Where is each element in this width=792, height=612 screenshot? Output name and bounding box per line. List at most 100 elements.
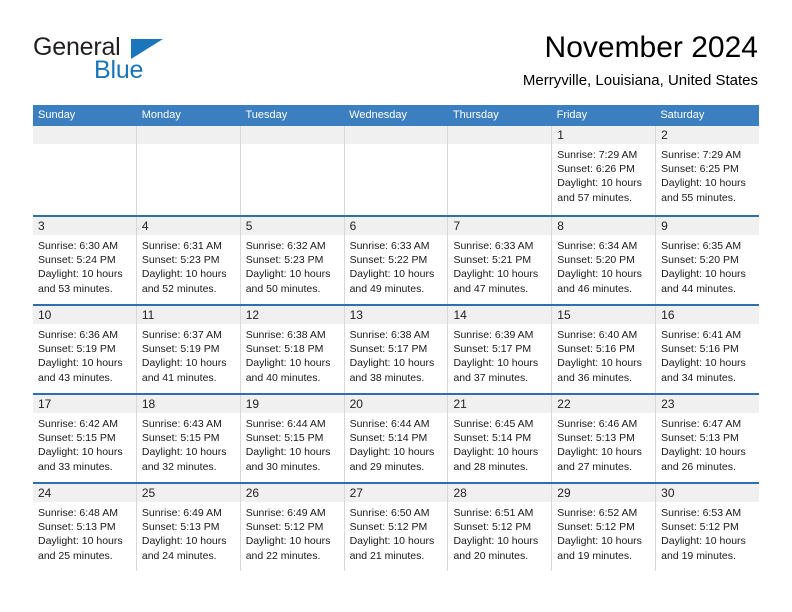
sunset-text: Sunset: 5:12 PM <box>245 521 324 534</box>
daylight-text-line1: Daylight: 10 hours <box>349 357 435 370</box>
sunrise-text: Sunrise: 6:30 AM <box>38 240 118 252</box>
day-cell[interactable]: 2 Sunrise: 7:29 AM Sunset: 6:25 PM Daylight… <box>656 126 760 215</box>
daylight-text-line1: Daylight: 10 hours <box>141 268 227 281</box>
sunrise-text: Sunrise: 6:49 AM <box>245 507 326 519</box>
sunset-text: Sunset: 5:18 PM <box>245 343 324 356</box>
daylight-text-line2: and 44 minutes. <box>661 282 736 295</box>
sunset-text: Sunset: 5:16 PM <box>661 343 739 356</box>
day-cell[interactable]: 11 Sunrise: 6:37 AM Sunset: 5:19 PM Dayligh… <box>136 306 241 393</box>
day-number: 7 <box>448 217 552 235</box>
daylight-text-line1: Daylight: 10 hours <box>349 535 435 548</box>
day-cell[interactable]: 28 Sunrise: 6:51 AM Sunset: 5:12 PM Dayligh… <box>448 484 553 571</box>
day-details: Sunrise: 6:49 AM Sunset: 5:13 PM Daylight:… <box>137 502 240 563</box>
day-number: 25 <box>136 484 240 502</box>
sunrise-text: Sunrise: 6:38 AM <box>245 329 326 341</box>
day-number <box>33 126 136 144</box>
day-details: Sunrise: 6:33 AM Sunset: 5:21 PM Daylight:… <box>448 235 551 296</box>
day-cell[interactable]: 23 Sunrise: 6:47 AM Sunset: 5:13 PM Dayligh… <box>656 395 760 482</box>
day-cell[interactable]: 3 Sunrise: 6:30 AM Sunset: 5:24 PM Daylight… <box>33 217 137 304</box>
day-cell[interactable]: 16 Sunrise: 6:41 AM Sunset: 5:16 PM Dayligh… <box>656 306 760 393</box>
sunrise-text: Sunrise: 6:53 AM <box>661 507 742 519</box>
day-cell[interactable]: 18 Sunrise: 6:43 AM Sunset: 5:15 PM Dayligh… <box>136 395 241 482</box>
day-number: 29 <box>552 484 656 502</box>
sunset-text: Sunset: 5:13 PM <box>661 432 739 445</box>
sunset-text: Sunset: 5:21 PM <box>453 254 532 267</box>
week-row: 17 Sunrise: 6:42 AM Sunset: 5:15 PM Dayligh… <box>33 393 760 482</box>
day-details: Sunrise: 6:32 AM Sunset: 5:23 PM Daylight:… <box>241 235 344 296</box>
sunset-text: Sunset: 5:15 PM <box>245 432 324 445</box>
day-details: Sunrise: 6:38 AM Sunset: 5:17 PM Daylight:… <box>345 324 448 385</box>
day-cell[interactable]: 6 Sunrise: 6:33 AM Sunset: 5:22 PM Daylight… <box>344 217 449 304</box>
sunrise-text: Sunrise: 6:40 AM <box>557 329 638 341</box>
daylight-text-line1: Daylight: 10 hours <box>453 535 539 548</box>
day-details: Sunrise: 7:29 AM Sunset: 6:25 PM Daylight:… <box>656 144 759 205</box>
daylight-text-line2: and 19 minutes. <box>661 549 736 562</box>
daylight-text-line2: and 47 minutes. <box>453 282 529 295</box>
day-cell[interactable]: 26 Sunrise: 6:49 AM Sunset: 5:12 PM Dayligh… <box>240 484 345 571</box>
sunset-text: Sunset: 5:20 PM <box>557 254 635 267</box>
day-number: 5 <box>240 217 344 235</box>
sunrise-text: Sunrise: 7:29 AM <box>661 149 742 161</box>
day-details: Sunrise: 6:30 AM Sunset: 5:24 PM Daylight:… <box>33 235 136 296</box>
daylight-text-line1: Daylight: 10 hours <box>349 446 435 459</box>
day-details: Sunrise: 6:43 AM Sunset: 5:15 PM Daylight:… <box>137 413 240 474</box>
day-cell[interactable]: 27 Sunrise: 6:50 AM Sunset: 5:12 PM Dayligh… <box>344 484 449 571</box>
daylight-text-line1: Daylight: 10 hours <box>38 357 123 370</box>
day-cell[interactable]: 7 Sunrise: 6:33 AM Sunset: 5:21 PM Daylight… <box>448 217 553 304</box>
day-details: Sunrise: 6:52 AM Sunset: 5:12 PM Daylight:… <box>552 502 655 563</box>
day-details: Sunrise: 6:46 AM Sunset: 5:13 PM Daylight:… <box>552 413 655 474</box>
day-number: 3 <box>33 217 136 235</box>
day-number: 15 <box>552 306 656 324</box>
daylight-text-line1: Daylight: 10 hours <box>245 357 331 370</box>
day-cell[interactable]: 20 Sunrise: 6:44 AM Sunset: 5:14 PM Dayligh… <box>344 395 449 482</box>
day-cell[interactable]: 1 Sunrise: 7:29 AM Sunset: 6:26 PM Daylight… <box>552 126 657 215</box>
daylight-text-line2: and 46 minutes. <box>557 282 633 295</box>
day-number: 12 <box>240 306 344 324</box>
daylight-text-line2: and 26 minutes. <box>661 460 736 473</box>
day-cell[interactable]: 15 Sunrise: 6:40 AM Sunset: 5:16 PM Dayligh… <box>552 306 657 393</box>
day-cell[interactable]: 19 Sunrise: 6:44 AM Sunset: 5:15 PM Dayligh… <box>240 395 345 482</box>
daylight-text-line1: Daylight: 10 hours <box>141 446 227 459</box>
day-cell[interactable]: 17 Sunrise: 6:42 AM Sunset: 5:15 PM Dayligh… <box>33 395 137 482</box>
day-details: Sunrise: 6:41 AM Sunset: 5:16 PM Daylight:… <box>656 324 759 385</box>
day-cell[interactable]: 24 Sunrise: 6:48 AM Sunset: 5:13 PM Dayligh… <box>33 484 137 571</box>
daylight-text-line2: and 50 minutes. <box>245 282 321 295</box>
sunset-text: Sunset: 5:12 PM <box>349 521 428 534</box>
sunrise-text: Sunrise: 6:44 AM <box>349 418 430 430</box>
day-cell[interactable]: 12 Sunrise: 6:38 AM Sunset: 5:18 PM Dayligh… <box>240 306 345 393</box>
day-cell[interactable]: 29 Sunrise: 6:52 AM Sunset: 5:12 PM Dayligh… <box>552 484 657 571</box>
day-details: Sunrise: 6:50 AM Sunset: 5:12 PM Daylight:… <box>345 502 448 563</box>
sunset-text: Sunset: 5:16 PM <box>557 343 635 356</box>
day-cell[interactable]: 5 Sunrise: 6:32 AM Sunset: 5:23 PM Daylight… <box>240 217 345 304</box>
weekday-header-row: Sunday Monday Tuesday Wednesday Thursday Frid… <box>33 105 759 126</box>
daylight-text-line2: and 34 minutes. <box>661 371 736 384</box>
day-cell[interactable]: 9 Sunrise: 6:35 AM Sunset: 5:20 PM Daylight… <box>656 217 760 304</box>
daylight-text-line1: Daylight: 10 hours <box>661 268 746 281</box>
day-cell[interactable]: 22 Sunrise: 6:46 AM Sunset: 5:13 PM Dayligh… <box>552 395 657 482</box>
day-details: Sunrise: 6:45 AM Sunset: 5:14 PM Daylight:… <box>448 413 551 474</box>
daylight-text-line1: Daylight: 10 hours <box>141 535 227 548</box>
sunset-text: Sunset: 5:12 PM <box>557 521 635 534</box>
day-cell[interactable]: 13 Sunrise: 6:38 AM Sunset: 5:17 PM Dayligh… <box>344 306 449 393</box>
day-number: 30 <box>656 484 760 502</box>
day-details: Sunrise: 6:31 AM Sunset: 5:23 PM Daylight:… <box>137 235 240 296</box>
sunrise-text: Sunrise: 6:50 AM <box>349 507 430 519</box>
sunset-text: Sunset: 5:13 PM <box>38 521 116 534</box>
sunrise-text: Sunrise: 7:29 AM <box>557 149 638 161</box>
daylight-text-line1: Daylight: 10 hours <box>245 535 331 548</box>
calendar-grid: Sunday Monday Tuesday Wednesday Thursday Frid… <box>33 105 760 571</box>
day-cell[interactable]: 25 Sunrise: 6:49 AM Sunset: 5:13 PM Dayligh… <box>136 484 241 571</box>
day-cell[interactable]: 30 Sunrise: 6:53 AM Sunset: 5:12 PM Dayligh… <box>656 484 760 571</box>
daylight-text-line1: Daylight: 10 hours <box>557 268 642 281</box>
day-cell[interactable]: 14 Sunrise: 6:39 AM Sunset: 5:17 PM Dayligh… <box>448 306 553 393</box>
day-cell[interactable]: 4 Sunrise: 6:31 AM Sunset: 5:23 PM Daylight… <box>136 217 241 304</box>
day-cell-empty <box>344 126 449 215</box>
daylight-text-line1: Daylight: 10 hours <box>661 535 746 548</box>
general-blue-logo[interactable]: General Blue <box>33 34 263 90</box>
day-cell[interactable]: 21 Sunrise: 6:45 AM Sunset: 5:14 PM Dayligh… <box>448 395 553 482</box>
calendar-page: General Blue November 2024 Merryville, L… <box>0 0 792 612</box>
day-number: 27 <box>344 484 448 502</box>
day-cell[interactable]: 8 Sunrise: 6:34 AM Sunset: 5:20 PM Daylight… <box>552 217 657 304</box>
day-cell[interactable]: 10 Sunrise: 6:36 AM Sunset: 5:19 PM Dayligh… <box>33 306 137 393</box>
daylight-text-line2: and 43 minutes. <box>38 371 113 384</box>
